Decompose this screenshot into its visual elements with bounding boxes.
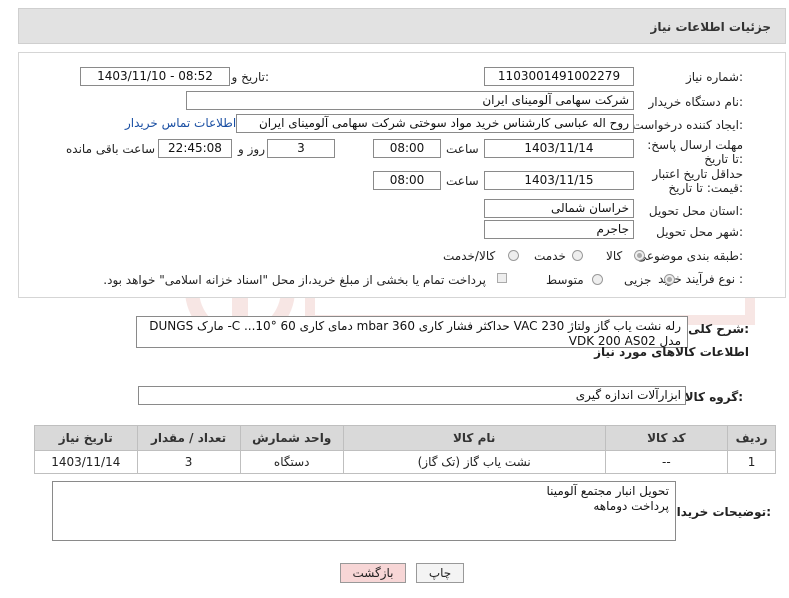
cell-quantity: 3 [136, 450, 241, 474]
cell-row-number: 1 [727, 450, 776, 474]
category-goods-label: کالا [606, 249, 623, 263]
category-goods-radio[interactable] [634, 250, 645, 261]
deadline-date-field: 1403/11/14 [484, 139, 634, 158]
page-header: جزئیات اطلاعات نیاز [18, 8, 786, 44]
items-header-row: تاریخ نیاز تعداد / مقدار واحد شمارش نام … [34, 425, 776, 451]
process-medium-label: متوسط [546, 273, 584, 287]
goods-group-label: گروه کالا: [684, 390, 743, 404]
deadline-time-label: ساعت [446, 142, 479, 156]
buyer-notes-line-1: تحویل انبار مجتمع آلومینا [546, 484, 669, 498]
treasury-payment-note: پرداخت تمام یا بخشی از مبلغ خرید،از محل … [103, 273, 486, 287]
requester-label: ایجاد کننده درخواست: [632, 118, 743, 132]
col-unit: واحد شمارش [239, 425, 344, 451]
category-goods-service-radio[interactable] [508, 250, 519, 261]
remaining-time-label: ساعت باقی مانده [66, 142, 156, 156]
items-section-title: اطلاعات کالاهای مورد نیاز [594, 345, 749, 359]
description-box: رله نشت یاب گاز ولتاژ 230 VAC حداکثر فشا… [136, 316, 688, 348]
remaining-time-field: 22:45:08 [158, 139, 232, 158]
buyer-notes-line-2: پرداخت دوماهه [593, 499, 669, 513]
col-row: ردیف [727, 425, 776, 451]
items-table: تاریخ نیاز تعداد / مقدار واحد شمارش نام … [34, 425, 776, 474]
buyer-org-field: شرکت سهامی آلومینای ایران [186, 91, 634, 110]
col-need-date: تاریخ نیاز [34, 425, 138, 451]
cell-need-date: 1403/11/14 [34, 450, 138, 474]
requester-field: روح اله عباسی کارشناس خرید مواد سوختی شر… [236, 114, 634, 133]
need-number-label: شماره نیاز: [685, 70, 743, 84]
back-button[interactable]: بازگشت [340, 563, 406, 583]
announce-datetime-field: 1403/11/10 - 08:52 [80, 67, 230, 86]
validity-time-label: ساعت [446, 174, 479, 188]
buyer-contact-link[interactable]: اطلاعات تماس خریدار [125, 116, 236, 130]
need-number-field: 1103001491002279 [484, 67, 634, 86]
validity-time-field: 08:00 [373, 171, 441, 190]
category-service-label: خدمت [534, 249, 566, 263]
deadline-time-field: 08:00 [373, 139, 441, 158]
buyer-notes-label: توضیحات خریدار: [669, 505, 771, 519]
price-validity-label: حداقل تاریخ اعتبار قیمت: تا تاریخ: [652, 167, 743, 195]
process-minor-label: جزیی [624, 273, 652, 287]
days-label: روز و [238, 142, 265, 156]
table-row: 1403/11/14 3 دستگاه نشت یاب گاز (تک گاز)… [34, 450, 776, 474]
days-field: 3 [267, 139, 335, 158]
cell-item-code: -- [604, 450, 729, 474]
print-button[interactable]: چاپ [416, 563, 464, 583]
category-goods-service-label: کالا/خدمت [443, 249, 496, 263]
cell-unit: دستگاه [239, 450, 344, 474]
response-deadline-label: مهلت ارسال پاسخ: تا تاریخ: [647, 138, 743, 166]
cell-item-name: نشت یاب گاز (تک گاز) [342, 450, 606, 474]
treasury-payment-checkbox[interactable] [497, 273, 507, 283]
col-quantity: تعداد / مقدار [136, 425, 241, 451]
province-field: خراسان شمالی [484, 199, 634, 218]
category-label: طبقه بندی موضوعی: [636, 249, 743, 263]
process-minor-radio[interactable] [664, 274, 675, 285]
buyer-org-label: نام دستگاه خریدار: [648, 95, 744, 109]
city-field: جاجرم [484, 220, 634, 239]
process-medium-radio[interactable] [592, 274, 603, 285]
city-label: شهر محل تحویل: [656, 225, 743, 239]
col-item-code: کد کالا [604, 425, 729, 451]
col-item-name: نام کالا [342, 425, 606, 451]
page-title: جزئیات اطلاعات نیاز [650, 20, 771, 34]
province-label: استان محل تحویل: [648, 204, 743, 218]
buyer-notes-box: تحویل انبار مجتمع آلومینا پرداخت دوماهه [52, 481, 676, 541]
validity-date-field: 1403/11/15 [484, 171, 634, 190]
goods-group-field: ابزارآلات اندازه گیری [138, 386, 686, 405]
category-service-radio[interactable] [572, 250, 583, 261]
